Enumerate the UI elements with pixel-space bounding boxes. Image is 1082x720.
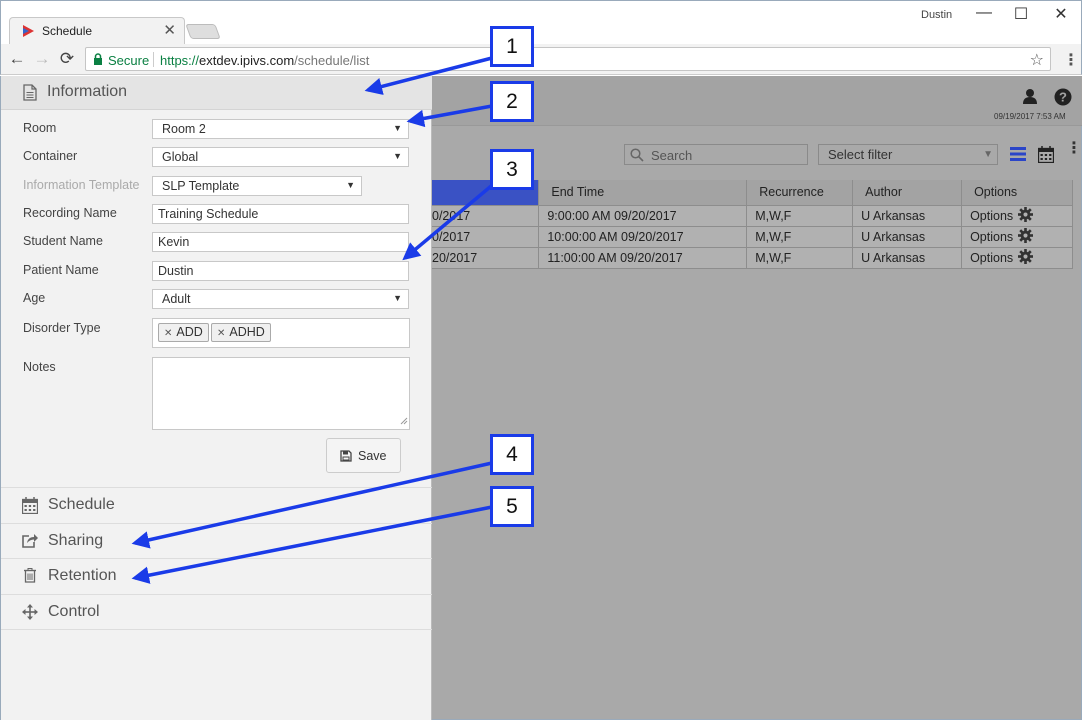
annotation-callout-1: 1	[490, 26, 534, 67]
annotation-callout-5: 5	[490, 486, 534, 527]
annotation-arrow-1	[364, 56, 493, 95]
annotation-arrow-3	[402, 180, 498, 261]
annotation-arrow-4	[131, 461, 493, 549]
annotation-callout-3: 3	[490, 149, 534, 190]
annotation-callout-4: 4	[490, 434, 534, 475]
annotation-arrow-2	[406, 104, 493, 128]
annotation-arrow-5	[131, 505, 493, 584]
annotation-arrows	[131, 56, 498, 584]
annotation-callout-2: 2	[490, 81, 534, 122]
